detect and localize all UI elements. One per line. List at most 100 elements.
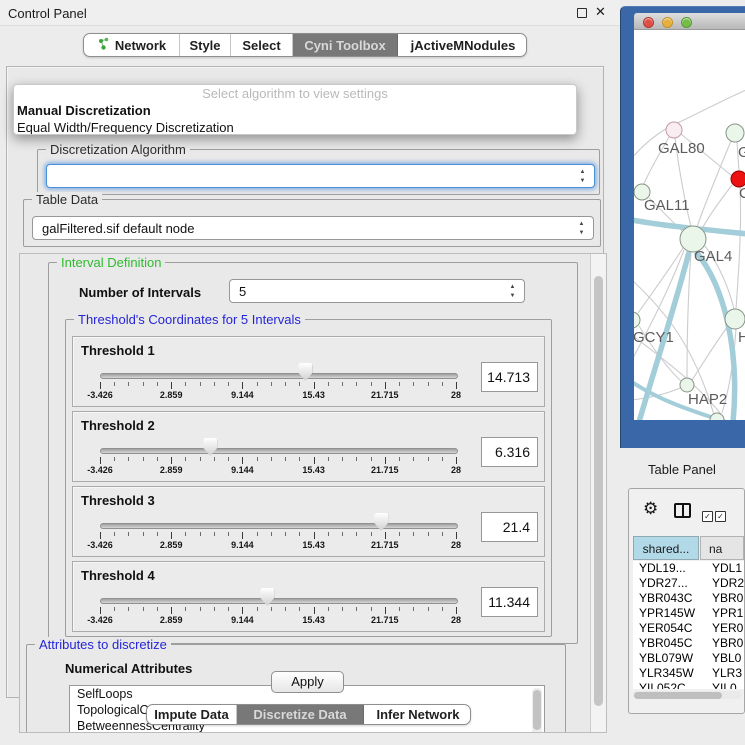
threshold-value-field[interactable]: 21.4 bbox=[481, 512, 538, 542]
slider-track[interactable] bbox=[100, 523, 458, 529]
table-row[interactable]: YER054CYER0 bbox=[633, 621, 744, 636]
zoom-traffic-light-icon[interactable] bbox=[681, 17, 692, 28]
apply-button[interactable]: Apply bbox=[271, 671, 344, 693]
tick-mark bbox=[143, 532, 144, 536]
tick-mark bbox=[114, 532, 115, 536]
table-row[interactable]: YBR043CYBR0 bbox=[633, 591, 744, 606]
tick-label: 15.43 bbox=[302, 615, 325, 625]
network-edge bbox=[702, 185, 732, 229]
tab-network[interactable]: Network bbox=[84, 34, 180, 56]
float-panel-icon[interactable] bbox=[577, 8, 587, 18]
tab-cyni-toolbox[interactable]: Cyni Toolbox bbox=[293, 34, 398, 56]
tick-mark bbox=[428, 457, 429, 461]
gear-icon[interactable]: ⚙ bbox=[643, 499, 658, 519]
tab-infer-network[interactable]: Infer Network bbox=[364, 705, 471, 724]
tick-mark bbox=[185, 532, 186, 536]
table-row[interactable]: YBR045CYBR0 bbox=[633, 636, 744, 651]
table-row[interactable]: YLR345WYLR3 bbox=[633, 666, 744, 681]
tick-mark bbox=[342, 607, 343, 611]
tick-mark bbox=[214, 532, 215, 536]
slider-track[interactable] bbox=[100, 448, 458, 454]
tick-mark bbox=[242, 457, 243, 464]
slider-track[interactable] bbox=[100, 373, 458, 379]
select-columns-icon[interactable]: ✓✓ bbox=[702, 506, 728, 524]
table-row[interactable]: YDR27...YDR2 bbox=[633, 576, 744, 591]
network-node-green[interactable] bbox=[710, 413, 724, 420]
control-panel-title: Control Panel bbox=[8, 6, 87, 21]
slider-track[interactable] bbox=[100, 598, 458, 604]
slider-tick-labels: -3.4262.8599.14415.4321.71528 bbox=[100, 465, 456, 476]
network-window-titlebar[interactable] bbox=[634, 13, 745, 30]
panel-scrollbar[interactable] bbox=[590, 254, 606, 733]
column-header-shared-name[interactable]: shared... bbox=[633, 536, 699, 560]
list-scrollbar[interactable] bbox=[532, 688, 542, 733]
tick-mark bbox=[328, 607, 329, 611]
interval-definition-group: Interval Definition Number of Intervals … bbox=[48, 262, 578, 644]
threshold-value-field[interactable]: 11.344 bbox=[481, 587, 538, 617]
popup-hint-item[interactable]: Select algorithm to view settings bbox=[14, 85, 576, 102]
cell-name: YDR2 bbox=[706, 576, 744, 591]
node-label-gal80: GAL80 bbox=[658, 140, 705, 157]
tick-mark bbox=[356, 607, 357, 611]
node-label-hap2: HAP2 bbox=[688, 391, 727, 408]
table-row[interactable]: YPR145WYPR1 bbox=[633, 606, 744, 621]
network-edge bbox=[667, 90, 745, 128]
table-row[interactable]: YIL052CYIL0 bbox=[633, 681, 744, 689]
column-header-name[interactable]: na bbox=[700, 536, 744, 560]
tab-label: Infer Network bbox=[376, 707, 459, 722]
tick-label: 28 bbox=[451, 465, 461, 475]
table-hscrollbar[interactable] bbox=[633, 691, 742, 699]
table-data-combobox[interactable]: galFiltered.sif default node ▲▼ bbox=[32, 216, 594, 240]
popup-option-manual[interactable]: Manual Discretization bbox=[14, 102, 576, 119]
tick-mark bbox=[171, 532, 172, 539]
tick-mark bbox=[371, 607, 372, 611]
minimize-traffic-light-icon[interactable] bbox=[662, 17, 673, 28]
bottom-tabbar: Impute Data Discretize Data Infer Network bbox=[146, 704, 471, 725]
node-label-c: C bbox=[739, 185, 745, 202]
table-row[interactable]: YDL19...YDL1 bbox=[633, 561, 744, 576]
tab-discretize-data[interactable]: Discretize Data bbox=[237, 705, 364, 724]
popup-option-equal-width[interactable]: Equal Width/Frequency Discretization bbox=[14, 119, 576, 135]
network-node-green[interactable] bbox=[726, 124, 744, 142]
tick-label: 9.144 bbox=[231, 615, 254, 625]
threshold-value-field[interactable]: 14.713 bbox=[481, 362, 538, 392]
network-graph[interactable]: GAL80GACGAL11GAL4GCY1HHAP2 bbox=[634, 30, 745, 420]
table-panel: ⚙ ✓✓ shared... na YDL19...YDL1YDR27...YD… bbox=[628, 488, 745, 714]
tab-select[interactable]: Select bbox=[231, 34, 293, 56]
table-row[interactable]: YBL079WYBL0 bbox=[633, 651, 744, 666]
cell-shared-name: YBL079W bbox=[633, 651, 706, 666]
network-canvas[interactable]: GAL80GACGAL11GAL4GCY1HHAP2 bbox=[634, 30, 745, 420]
cell-shared-name: YDR27... bbox=[633, 576, 706, 591]
network-node-green[interactable] bbox=[634, 312, 640, 328]
tick-mark bbox=[157, 607, 158, 611]
tab-style[interactable]: Style bbox=[180, 34, 231, 56]
tick-mark bbox=[385, 532, 386, 539]
tab-impute-data[interactable]: Impute Data bbox=[147, 705, 237, 724]
tab-label: Discretize Data bbox=[253, 707, 346, 722]
network-node-green[interactable] bbox=[725, 309, 745, 329]
numerical-attributes-label: Numerical Attributes bbox=[65, 661, 192, 676]
panel-scrollbar-thumb[interactable] bbox=[594, 276, 603, 706]
columns-icon[interactable] bbox=[674, 503, 691, 518]
network-node-pink[interactable] bbox=[666, 122, 682, 138]
algorithm-combobox[interactable]: ▲▼ bbox=[46, 164, 595, 188]
close-traffic-light-icon[interactable] bbox=[643, 17, 654, 28]
cell-shared-name: YIL052C bbox=[633, 681, 706, 689]
network-node-green[interactable] bbox=[680, 378, 694, 392]
close-panel-icon[interactable]: ✕ bbox=[595, 4, 606, 20]
tick-label: 9.144 bbox=[231, 540, 254, 550]
threshold-value-field[interactable]: 6.316 bbox=[481, 437, 538, 467]
tick-mark bbox=[428, 607, 429, 611]
tick-mark bbox=[128, 607, 129, 611]
list-scrollbar-thumb[interactable] bbox=[533, 690, 541, 730]
tick-mark bbox=[171, 457, 172, 464]
tick-mark bbox=[299, 607, 300, 611]
table-panel-title: Table Panel bbox=[648, 462, 716, 477]
tick-mark bbox=[257, 532, 258, 536]
tick-mark bbox=[185, 382, 186, 386]
checkbox-icon: ✓ bbox=[702, 511, 713, 522]
number-of-intervals-spinner[interactable]: 5 ▲▼ bbox=[229, 279, 525, 303]
tick-mark bbox=[413, 382, 414, 386]
table-hscrollbar-thumb[interactable] bbox=[634, 692, 722, 699]
tab-jactivemnodules[interactable]: jActiveMNodules bbox=[398, 34, 527, 56]
